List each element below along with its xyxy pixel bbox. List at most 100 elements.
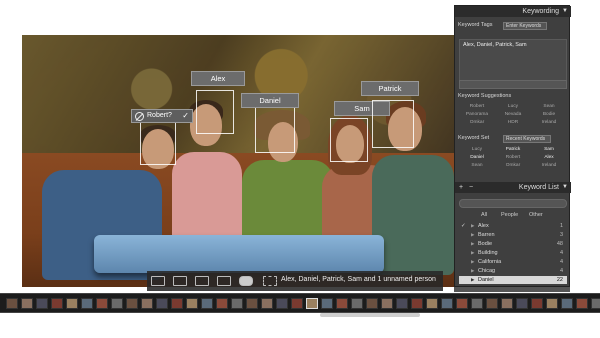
- filter-tab-people[interactable]: People: [501, 211, 518, 220]
- keywording-header[interactable]: Keywording ▼: [455, 6, 571, 17]
- filter-tab-all[interactable]: All: [481, 211, 487, 220]
- filmstrip-thumbnail[interactable]: [81, 298, 93, 309]
- filmstrip-thumbnail[interactable]: [126, 298, 138, 309]
- filmstrip-thumbnail[interactable]: [591, 298, 600, 309]
- collapse-triangle-icon[interactable]: ▼: [562, 182, 568, 193]
- expand-arrow-icon[interactable]: ▶: [471, 249, 474, 257]
- keyword-tags-mode-select[interactable]: Enter Keywords: [503, 22, 547, 30]
- filmstrip-thumbnail[interactable]: [426, 298, 438, 309]
- filmstrip-thumbnail[interactable]: [216, 298, 228, 309]
- confirm-face-icon[interactable]: ✓: [182, 110, 189, 122]
- keyword-list-row[interactable]: ▶ Bodie 48: [459, 240, 567, 248]
- face-box-patrick[interactable]: [372, 100, 414, 148]
- remove-face-icon[interactable]: [135, 112, 144, 121]
- filmstrip-thumbnail[interactable]: [36, 298, 48, 309]
- suggestion-item[interactable]: Lucy: [495, 103, 531, 111]
- check-icon[interactable]: ✓: [461, 222, 466, 230]
- keyword-list-row[interactable]: ▶ Chicag 4: [459, 267, 567, 275]
- keyword-filter-input[interactable]: [459, 199, 567, 208]
- suggestion-item[interactable]: Nevada: [495, 111, 531, 119]
- keyword-set-item[interactable]: Robert: [495, 154, 531, 162]
- filmstrip-thumbnail[interactable]: [306, 298, 318, 309]
- keyword-set-item[interactable]: Daniel: [459, 154, 495, 162]
- suggestion-item[interactable]: HDR: [495, 119, 531, 127]
- remove-keyword-icon[interactable]: −: [469, 182, 473, 193]
- keyword-tags-field[interactable]: Alex, Daniel, Patrick, Sam: [459, 39, 567, 83]
- expand-arrow-icon[interactable]: ▶: [471, 267, 474, 275]
- keyword-set-select[interactable]: Recent Keywords: [503, 135, 551, 143]
- filmstrip-thumbnail[interactable]: [246, 298, 258, 309]
- filmstrip-thumbnail[interactable]: [351, 298, 363, 309]
- face-box-daniel[interactable]: [255, 107, 295, 153]
- face-box-robert[interactable]: [140, 121, 176, 165]
- filmstrip-thumbnail[interactable]: [366, 298, 378, 309]
- filmstrip-thumbnail[interactable]: [51, 298, 63, 309]
- suggestion-item[interactable]: Sean: [531, 103, 567, 111]
- keyword-list-row[interactable]: ▶ Barren 3: [459, 231, 567, 239]
- filmstrip-thumbnail[interactable]: [516, 298, 528, 309]
- filmstrip-thumbnail[interactable]: [66, 298, 78, 309]
- panel-scrollbar[interactable]: [454, 287, 570, 292]
- filmstrip-thumbnail[interactable]: [96, 298, 108, 309]
- expand-arrow-icon[interactable]: ▶: [471, 258, 474, 266]
- unnamed-face-tag[interactable]: Robert? ✓: [131, 109, 193, 123]
- filmstrip-thumbnail[interactable]: [381, 298, 393, 309]
- grid-view-icon[interactable]: [151, 276, 165, 286]
- expand-arrow-icon[interactable]: ▶: [471, 276, 474, 284]
- keyword-set-item[interactable]: Patrick: [495, 146, 531, 154]
- suggestion-item[interactable]: Ireland: [531, 119, 567, 127]
- filmstrip-thumbnail[interactable]: [336, 298, 348, 309]
- keyword-set-item[interactable]: Lucy: [459, 146, 495, 154]
- keyword-list-row[interactable]: ✓ ▶ Alex 1: [459, 222, 567, 230]
- suggestion-item[interactable]: Bodie: [531, 111, 567, 119]
- face-tag-daniel[interactable]: Daniel: [241, 93, 299, 108]
- face-box-sam[interactable]: [330, 118, 368, 162]
- expand-arrow-icon[interactable]: ▶: [471, 240, 474, 248]
- filmstrip-thumbnail[interactable]: [411, 298, 423, 309]
- keyword-set-item[interactable]: Alex: [531, 154, 567, 162]
- keyword-list-row[interactable]: ▶ California 4: [459, 258, 567, 266]
- keyword-list-row[interactable]: ✓ ▶ Daniel 22: [459, 276, 567, 284]
- filmstrip-thumbnail[interactable]: [486, 298, 498, 309]
- face-box-alex[interactable]: [196, 90, 234, 134]
- filmstrip-thumbnail[interactable]: [186, 298, 198, 309]
- expand-arrow-icon[interactable]: ▶: [471, 222, 474, 230]
- filmstrip-thumbnail[interactable]: [21, 298, 33, 309]
- filmstrip-thumbnail[interactable]: [141, 298, 153, 309]
- filmstrip-scrollbar[interactable]: [320, 313, 420, 317]
- filmstrip-thumbnail[interactable]: [531, 298, 543, 309]
- keyword-set-item[interactable]: Omkar: [495, 162, 531, 170]
- suggestion-item[interactable]: Panorama: [459, 111, 495, 119]
- add-keyword-input[interactable]: [459, 80, 567, 89]
- keyword-list-row[interactable]: ▶ Building 4: [459, 249, 567, 257]
- filmstrip-thumbnail[interactable]: [561, 298, 573, 309]
- filmstrip-thumbnail[interactable]: [576, 298, 588, 309]
- filmstrip-thumbnail[interactable]: [171, 298, 183, 309]
- suggestion-item[interactable]: Omkar: [459, 119, 495, 127]
- survey-view-icon[interactable]: [217, 276, 231, 286]
- face-tag-alex[interactable]: Alex: [191, 71, 245, 86]
- expand-arrow-icon[interactable]: ▶: [471, 231, 474, 239]
- check-icon[interactable]: ✓: [461, 276, 466, 284]
- filmstrip-thumbnail[interactable]: [276, 298, 288, 309]
- compare-view-icon[interactable]: [195, 276, 209, 286]
- face-tag-patrick[interactable]: Patrick: [361, 81, 419, 96]
- suggestion-item[interactable]: Robert: [459, 103, 495, 111]
- keyword-set-item[interactable]: Ireland: [531, 162, 567, 170]
- filmstrip-thumbnail[interactable]: [261, 298, 273, 309]
- filmstrip-thumbnail[interactable]: [396, 298, 408, 309]
- filmstrip-thumbnail[interactable]: [6, 298, 18, 309]
- filmstrip-thumbnail[interactable]: [501, 298, 513, 309]
- loupe-view-icon[interactable]: [173, 276, 187, 286]
- filter-tab-other[interactable]: Other: [529, 211, 543, 220]
- keyword-list-header[interactable]: + − Keyword List ▼: [455, 182, 571, 193]
- filmstrip-thumbnail[interactable]: [201, 298, 213, 309]
- keyword-set-item[interactable]: Sean: [459, 162, 495, 170]
- filmstrip-thumbnail[interactable]: [471, 298, 483, 309]
- filmstrip-thumbnail[interactable]: [441, 298, 453, 309]
- filmstrip-thumbnail[interactable]: [456, 298, 468, 309]
- keyword-set-item[interactable]: Sam: [531, 146, 567, 154]
- add-keyword-icon[interactable]: +: [459, 182, 463, 193]
- collapse-triangle-icon[interactable]: ▼: [562, 6, 568, 17]
- filmstrip-thumbnail[interactable]: [156, 298, 168, 309]
